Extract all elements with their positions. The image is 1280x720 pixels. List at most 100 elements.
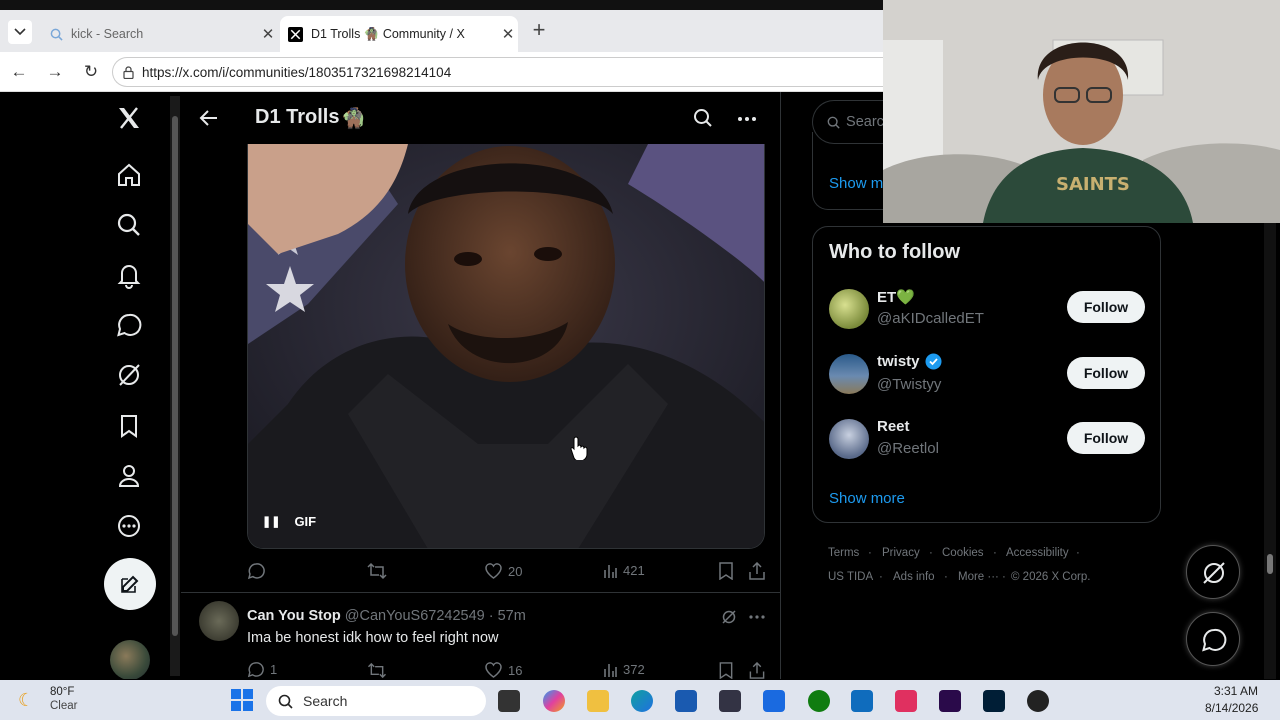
follow-button[interactable]: Follow [1067,422,1145,454]
chevron-down-icon [14,28,26,36]
views-button[interactable]: 421 [603,563,645,578]
reply-author-handle[interactable]: @CanYouS67242549 [345,608,485,624]
copilot-icon[interactable] [543,690,565,712]
reply-count: 1 [270,662,278,677]
footer-cookies-link[interactable]: Cookies [942,547,984,559]
taskbar-time[interactable]: 3:31 AM [1214,684,1258,698]
repost-icon[interactable] [367,662,387,679]
reply-avatar[interactable] [199,601,239,641]
outlook-icon[interactable] [851,690,873,712]
footer-accessibility-link[interactable]: Accessibility [1006,547,1069,559]
terminal-app-icon[interactable] [763,690,785,712]
footer-ustida-link[interactable]: US TIDA [828,571,873,583]
windows-start-icon[interactable] [230,688,254,712]
search-icon[interactable] [115,211,143,239]
back-icon[interactable]: ← [8,62,30,82]
left-scrollbar[interactable] [170,96,180,676]
grok-icon[interactable] [115,361,143,389]
share-icon[interactable] [749,662,765,679]
compose-post-button[interactable] [104,558,156,610]
gif-label: GIF [294,514,317,529]
back-arrow-icon[interactable] [199,108,219,128]
bookmark-icon[interactable] [719,662,733,679]
views-button[interactable]: 372 [603,662,645,677]
gif-media[interactable]: ❚❚ GIF [247,144,765,549]
reply-button[interactable]: 1 [247,661,277,678]
user-name[interactable]: ET💚 [877,288,915,306]
taskbar-date[interactable]: 8/14/2026 [1205,701,1258,715]
show-more-link[interactable]: Show more [829,490,905,507]
footer-copyright: © 2026 X Corp. [1011,571,1091,583]
follow-button[interactable]: Follow [1067,291,1145,323]
scrollbar-thumb[interactable] [1267,554,1273,574]
chrome-app-icon[interactable] [1027,690,1049,712]
more-options-icon[interactable] [737,116,757,122]
taskbar-search-box[interactable]: Search [266,686,486,716]
reply-author-name[interactable]: Can You Stop [247,608,341,624]
search-icon[interactable] [693,108,713,128]
search-icon [50,28,63,41]
premiere-icon[interactable] [939,690,961,712]
refresh-icon[interactable]: ↻ [80,62,102,82]
user-avatar[interactable] [829,354,869,394]
search-icon [278,694,293,709]
home-icon[interactable] [115,161,143,189]
tab-kick-search[interactable]: kick - Search ✕ [38,16,278,52]
store-icon[interactable] [675,690,697,712]
url-field[interactable]: https://x.com/i/communities/180351732169… [112,57,883,87]
tab-list-button[interactable] [8,20,32,44]
footer-terms-link[interactable]: Terms [828,547,859,559]
x-logo-icon[interactable] [115,104,143,132]
grok-fab-button[interactable] [1186,545,1240,599]
follow-suggestion[interactable]: Reet @Reetlol Follow [813,414,1162,476]
close-tab-icon[interactable]: ✕ [258,25,278,43]
user-avatar[interactable] [829,289,869,329]
tab-bar: kick - Search ✕ D1 Trolls 🧌 Community / … [0,10,883,52]
repost-icon[interactable] [367,562,387,580]
gif-badge[interactable]: ❚❚ GIF [262,514,316,529]
follow-suggestion[interactable]: ET💚 @aKIDcalledET Follow [813,283,1162,345]
reply-time[interactable]: · 57m [489,608,526,624]
close-tab-icon[interactable]: ✕ [498,25,518,43]
profile-icon[interactable] [115,462,143,490]
more-options-icon[interactable] [749,615,765,619]
like-button[interactable]: 20 [485,563,522,579]
user-name[interactable]: Reet [877,418,910,435]
obs-app-icon[interactable] [719,690,741,712]
footer-more-link[interactable]: More ··· [958,571,999,583]
xbox-icon[interactable] [808,690,830,712]
share-icon[interactable] [749,562,765,580]
who-to-follow-card: Who to follow ET💚 @aKIDcalledET Follow t… [812,226,1161,523]
tab-d1-trolls[interactable]: D1 Trolls 🧌 Community / X ✕ [280,16,518,52]
more-circle-icon[interactable] [115,512,143,540]
file-explorer-icon[interactable] [587,690,609,712]
follow-button[interactable]: Follow [1067,357,1145,389]
reply-icon[interactable] [247,562,265,580]
messages-icon[interactable] [115,311,143,339]
messages-fab-button[interactable] [1186,612,1240,666]
webcam-image: SAINTS [883,0,1280,223]
reply-post[interactable]: Can You Stop @CanYouS67242549 · 57m Ima … [181,593,781,679]
account-avatar[interactable] [110,640,150,679]
grok-icon[interactable] [721,609,737,625]
bookmarks-icon[interactable] [115,412,143,440]
user-avatar[interactable] [829,419,869,459]
follow-suggestion[interactable]: twisty @Twistyy Follow [813,349,1162,411]
forward-icon[interactable]: → [44,62,66,82]
weather-widget[interactable]: ☾ 80°F Clear [18,686,108,716]
footer-ads-info-link[interactable]: Ads info [893,571,935,583]
user-name[interactable]: twisty [877,353,920,370]
bookmark-icon[interactable] [719,562,733,580]
footer-separator: · [929,547,933,559]
footer-privacy-link[interactable]: Privacy [882,547,920,559]
footer-separator: · [1076,547,1080,559]
edge-browser-icon[interactable] [631,690,653,712]
creative-cloud-icon[interactable] [895,690,917,712]
new-tab-button[interactable]: + [528,19,550,42]
photoshop-icon[interactable] [983,690,1005,712]
pause-icon[interactable]: ❚❚ [262,515,280,528]
task-view-icon[interactable] [498,690,520,712]
hand-cursor-icon [570,436,588,460]
notifications-bell-icon[interactable] [115,261,143,289]
like-button[interactable]: 16 [485,662,522,678]
